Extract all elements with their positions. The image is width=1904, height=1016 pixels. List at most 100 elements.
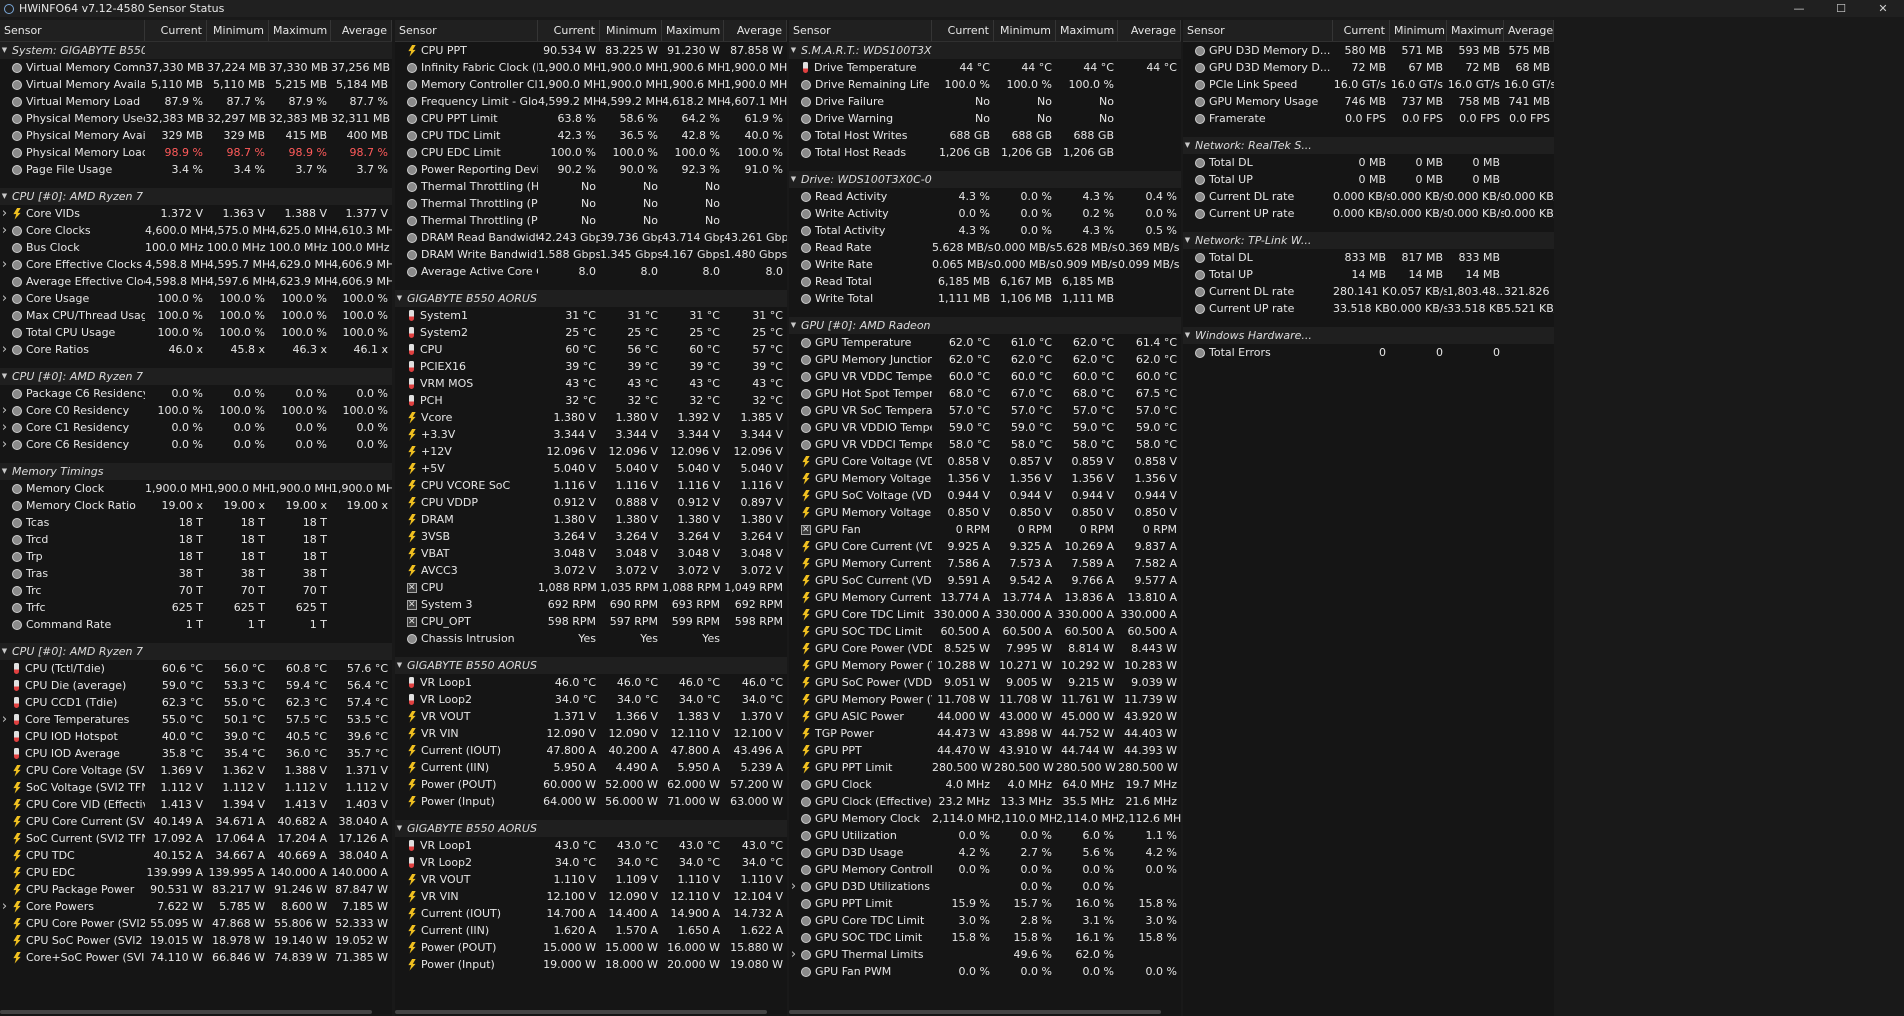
sensor-row[interactable]: GPU VR VDDCI Temperature 58.0 °C 58.0 °C 58… (789, 436, 1181, 453)
sensor-row[interactable]: GPU Memory Voltage (VD... 1.356 V 1.356 V 1… (789, 470, 1181, 487)
sensor-row[interactable]: GPU Core TDC Limit 330.000 A 330.000 A 330.… (789, 606, 1181, 623)
sensor-row[interactable]: Current DL rate 0.000 KB/s 0.000 KB/s 0.000… (1183, 188, 1554, 205)
sensor-row[interactable]: Write Total 1,111 MB 1,106 MB 1,111 MB (789, 290, 1181, 307)
sensor-row[interactable]: › Core Powers 7.622 W 5.785 W 8.600 W 7.185 W (0, 898, 392, 915)
sensor-row[interactable]: CPU TDC Limit 42.3 % 36.5 % 42.8 % 40.0 % (395, 127, 787, 144)
column-header-minimum[interactable]: Minimum (600, 20, 662, 41)
sensor-row[interactable]: Trfc 625 T 625 T 625 T (0, 599, 392, 616)
sensor-row[interactable]: CPU Die (average) 59.0 °C 53.3 °C 59.4 °C 56… (0, 677, 392, 694)
expand-chevron-icon[interactable]: › (0, 256, 9, 273)
sensor-row[interactable]: Current UP rate 0.000 KB/s 0.000 KB/s 0.000… (1183, 205, 1554, 222)
sensor-row[interactable]: GPU Temperature 62.0 °C 61.0 °C 62.0 °C 61.4… (789, 334, 1181, 351)
sensor-row[interactable]: Tras 38 T 38 T 38 T (0, 565, 392, 582)
column-header-maximum[interactable]: Maximum (269, 20, 331, 41)
sensor-row[interactable]: Total Host Writes 688 GB 688 GB 688 GB (789, 127, 1181, 144)
sensor-row[interactable]: › Core Usage 100.0 % 100.0 % 100.0 % 100.0 % (0, 290, 392, 307)
sensor-row[interactable]: CPU (Tctl/Tdie) 60.6 °C 56.0 °C 60.8 °C 57.6… (0, 660, 392, 677)
sensor-row[interactable]: GPU PPT Limit 280.500 W 280.500 W 280.500 W… (789, 759, 1181, 776)
collapse-chevron-icon[interactable]: ▼ (395, 657, 404, 674)
sensor-row[interactable]: GPU Core Current (VDDC... 9.925 A 9.325 A 1… (789, 538, 1181, 555)
sensor-row[interactable]: Thermal Throttling (PRO... No No No (395, 212, 787, 229)
sensor-row[interactable]: GPU D3D Usage 4.2 % 2.7 % 5.6 % 4.2 % (789, 844, 1181, 861)
sensor-row[interactable]: VR VOUT 1.371 V 1.366 V 1.383 V 1.370 V (395, 708, 787, 725)
expand-chevron-icon[interactable]: › (0, 341, 9, 358)
sensor-row[interactable]: › Core Temperatures 55.0 °C 50.1 °C 57.5 °C 5… (0, 711, 392, 728)
sensor-row[interactable]: CPU PPT 90.534 W 83.225 W 91.230 W 87.858 W (395, 42, 787, 59)
sensor-row[interactable]: Trc 70 T 70 T 70 T (0, 582, 392, 599)
column-header-average[interactable]: Average (331, 20, 392, 41)
sensor-row[interactable]: Read Rate 5.628 MB/s 0.000 MB/s 5.628 MB/s 0… (789, 239, 1181, 256)
column-header-maximum[interactable]: Maximum (1056, 20, 1118, 41)
sensor-row[interactable]: GPU SoC Voltage (VDDCR... 0.944 V 0.944 V 0… (789, 487, 1181, 504)
sensor-row[interactable]: CPU Package Power 90.531 W 83.217 W 91.246 … (0, 881, 392, 898)
sensor-row[interactable]: Chassis Intrusion Yes Yes Yes (395, 630, 787, 647)
sensor-row[interactable]: VR VIN 12.100 V 12.090 V 12.110 V 12.104 V (395, 888, 787, 905)
sensor-row[interactable]: GPU Memory Junction Te... 62.0 °C 62.0 °C 6… (789, 351, 1181, 368)
sensor-row[interactable]: GPU PPT 44.470 W 43.910 W 44.744 W 44.393 W (789, 742, 1181, 759)
horizontal-scrollbar[interactable] (0, 1010, 372, 1014)
sensor-row[interactable]: Core+SoC Power (SVI2 ... 74.110 W 66.846 W… (0, 949, 392, 966)
sensor-row[interactable]: Page File Usage 3.4 % 3.4 % 3.7 % 3.7 % (0, 161, 392, 178)
sensor-row[interactable]: +12V 12.096 V 12.096 V 12.096 V 12.096 V (395, 443, 787, 460)
collapse-chevron-icon[interactable]: ▼ (0, 368, 9, 385)
sensor-row[interactable]: GPU VR VDDIO Temperature 59.0 °C 59.0 °C 59… (789, 419, 1181, 436)
sensor-row[interactable]: 3VSB 3.264 V 3.264 V 3.264 V 3.264 V (395, 528, 787, 545)
sensor-row[interactable]: Physical Memory Load 98.9 % 98.7 % 98.9 % 98… (0, 144, 392, 161)
sensor-row[interactable]: GPU Memory Usage 746 MB 737 MB 758 MB 741 MB (1183, 93, 1554, 110)
column-header-current[interactable]: Current (145, 20, 207, 41)
close-button[interactable]: ✕ (1862, 0, 1904, 17)
sensor-row[interactable]: GPU Memory Power (VDD... 11.708 W 11.708 W… (789, 691, 1181, 708)
sensor-row[interactable]: Total DL 0 MB 0 MB 0 MB (1183, 154, 1554, 171)
sensor-row[interactable]: GPU ASIC Power 44.000 W 43.000 W 45.000 W 43… (789, 708, 1181, 725)
sensor-group-row[interactable]: ▼ System: GIGABYTE B550... (0, 42, 392, 59)
sensor-group-row[interactable]: ▼ CPU [#0]: AMD Ryzen 7 ... (0, 188, 392, 205)
sensor-row[interactable]: Average Active Core Count 8.0 8.0 8.0 8.0 (395, 263, 787, 280)
sensor-row[interactable]: Tcas 18 T 18 T 18 T (0, 514, 392, 531)
expand-chevron-icon[interactable]: › (789, 946, 798, 963)
sensor-row[interactable]: Total UP 0 MB 0 MB 0 MB (1183, 171, 1554, 188)
sensor-row[interactable]: DRAM Write Bandwidth 1.588 Gbps 1.345 Gbps… (395, 246, 787, 263)
sensor-row[interactable]: PCIe Link Speed 16.0 GT/s 16.0 GT/s 16.0 GT… (1183, 76, 1554, 93)
sensor-row[interactable]: PCH 32 °C 32 °C 32 °C 32 °C (395, 392, 787, 409)
sensor-row[interactable]: +3.3V 3.344 V 3.344 V 3.344 V 3.344 V (395, 426, 787, 443)
column-header-current[interactable]: Current (1333, 20, 1390, 41)
collapse-chevron-icon[interactable]: ▼ (0, 643, 9, 660)
sensor-row[interactable]: Bus Clock 100.0 MHz 100.0 MHz 100.0 MHz 100.… (0, 239, 392, 256)
collapse-chevron-icon[interactable]: ▼ (0, 463, 9, 480)
sensor-row[interactable]: PCIEX16 39 °C 39 °C 39 °C 39 °C (395, 358, 787, 375)
sensor-row[interactable]: GPU SoC Power (VDDCR_... 9.051 W 9.005 W 9.… (789, 674, 1181, 691)
sensor-row[interactable]: GPU Clock (Effective) 23.2 MHz 13.3 MHz 35.… (789, 793, 1181, 810)
column-header-sensor[interactable]: Sensor (1183, 20, 1333, 41)
sensor-row[interactable]: VR VOUT 1.110 V 1.109 V 1.110 V 1.110 V (395, 871, 787, 888)
sensor-row[interactable]: GPU VR VDDC Temperature 60.0 °C 60.0 °C 60.… (789, 368, 1181, 385)
sensor-row[interactable]: CPU VCORE SoC 1.116 V 1.116 V 1.116 V 1.116 … (395, 477, 787, 494)
sensor-row[interactable]: › Core C6 Residency 0.0 % 0.0 % 0.0 % 0.0 % (0, 436, 392, 453)
sensor-row[interactable]: Vcore 1.380 V 1.380 V 1.392 V 1.385 V (395, 409, 787, 426)
sensor-row[interactable]: › Core C1 Residency 0.0 % 0.0 % 0.0 % 0.0 % (0, 419, 392, 436)
sensor-row[interactable]: Drive Remaining Life 100.0 % 100.0 % 100.0 … (789, 76, 1181, 93)
column-header-maximum[interactable]: Maximum (662, 20, 724, 41)
expand-chevron-icon[interactable]: › (789, 878, 798, 895)
sensor-row[interactable]: Virtual Memory Load 87.9 % 87.7 % 87.9 % 87.… (0, 93, 392, 110)
sensor-row[interactable]: GPU Memory Clock2,114.0 MHz2,110.0 MHz2,… (789, 810, 1181, 827)
sensor-row[interactable]: GPU Clock 4.0 MHz 4.0 MHz 64.0 MHz 19.7 MHz (789, 776, 1181, 793)
sensor-row[interactable]: Current UP rate 33.518 KB/s0.000 KB/s33.5… (1183, 300, 1554, 317)
minimize-button[interactable]: — (1778, 0, 1820, 17)
sensor-row[interactable]: Thermal Throttling (HTC) No No No (395, 178, 787, 195)
expand-chevron-icon[interactable]: › (0, 290, 9, 307)
sensor-row[interactable]: Current (IOUT) 14.700 A 14.400 A 14.900 A 14… (395, 905, 787, 922)
sensor-row[interactable]: Virtual Memory Committed37,330 MB37,224 … (0, 59, 392, 76)
sensor-row[interactable]: › Core Clocks 4,600.0 MHz4,575.0 MHz4,625.… (0, 222, 392, 239)
sensor-row[interactable]: › Core Effective Clocks4,598.8 MHz4,595.7… (0, 256, 392, 273)
horizontal-scrollbar[interactable] (789, 1010, 1161, 1014)
sensor-row[interactable]: CPU EDC 139.999 A 139.995 A 140.000 A 140.00… (0, 864, 392, 881)
sensor-row[interactable]: GPU D3D Memory D... 580 MB 571 MB 593 MB 575… (1183, 42, 1554, 59)
sensor-row[interactable]: GPU Core TDC Limit 3.0 % 2.8 % 3.1 % 3.0 % (789, 912, 1181, 929)
sensor-row[interactable]: CPU IOD Average 35.8 °C 35.4 °C 36.0 °C 35.7… (0, 745, 392, 762)
sensor-row[interactable]: VR Loop1 43.0 °C 43.0 °C 43.0 °C 43.0 °C (395, 837, 787, 854)
sensor-row[interactable]: DRAM 1.380 V 1.380 V 1.380 V 1.380 V (395, 511, 787, 528)
column-header-minimum[interactable]: Minimum (994, 20, 1056, 41)
column-header-minimum[interactable]: Minimum (1390, 20, 1447, 41)
sensor-group-row[interactable]: ▼ GIGABYTE B550 AORUS ... (395, 290, 787, 307)
collapse-chevron-icon[interactable]: ▼ (1183, 137, 1192, 154)
